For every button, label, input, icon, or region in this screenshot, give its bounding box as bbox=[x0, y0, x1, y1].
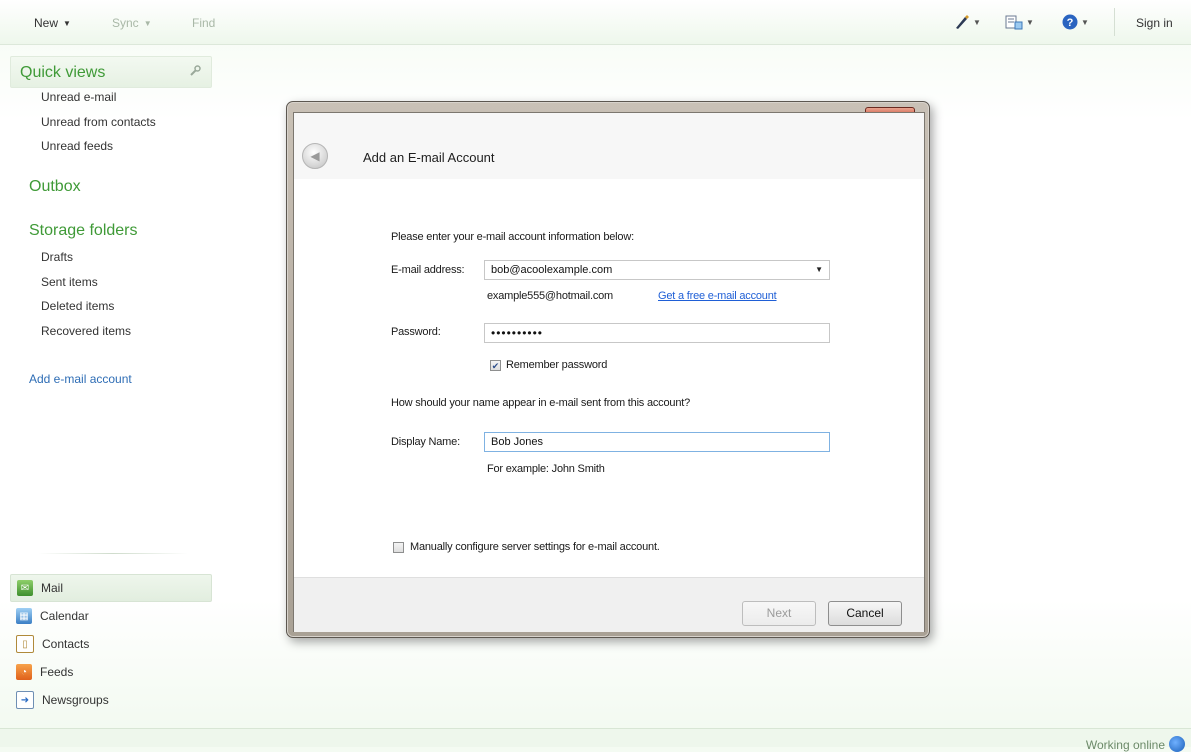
sidebar: Quick views Unread e-mail Unread from co… bbox=[8, 52, 212, 728]
nav-item-contacts[interactable]: ▯ Contacts bbox=[10, 631, 210, 657]
add-email-account-dialog: x ◀ Add an E-mail Account Please enter y… bbox=[286, 101, 930, 638]
layout-menu-button[interactable]: ▼ bbox=[1005, 13, 1034, 31]
mail-icon: ✉ bbox=[17, 580, 33, 596]
find-button[interactable]: Find bbox=[192, 16, 215, 30]
dialog-title: Add an E-mail Account bbox=[363, 150, 495, 165]
new-button[interactable]: New ▼ bbox=[34, 16, 71, 30]
intro-text: Please enter your e-mail account informa… bbox=[391, 231, 634, 243]
sidebar-item-unread-feeds[interactable]: Unread feeds bbox=[41, 139, 113, 153]
help-menu-button[interactable]: ? ▼ bbox=[1062, 13, 1089, 31]
back-arrow-icon: ◀ bbox=[310, 149, 320, 163]
nav-item-mail[interactable]: ✉ Mail bbox=[10, 574, 212, 602]
remember-password-label[interactable]: Remember password bbox=[506, 359, 607, 371]
sync-button[interactable]: Sync ▼ bbox=[112, 16, 152, 30]
sidebar-item-unread-email[interactable]: Unread e-mail bbox=[41, 90, 116, 104]
contacts-icon: ▯ bbox=[16, 635, 34, 653]
sync-label: Sync bbox=[112, 16, 139, 30]
chevron-down-icon: ▼ bbox=[973, 17, 981, 27]
name-question-text: How should your name appear in e-mail se… bbox=[391, 397, 691, 409]
manual-config-label[interactable]: Manually configure server settings for e… bbox=[410, 541, 660, 553]
manual-config-checkbox[interactable] bbox=[393, 542, 404, 553]
sidebar-item-unread-from-contacts[interactable]: Unread from contacts bbox=[41, 115, 156, 129]
sidebar-item-drafts[interactable]: Drafts bbox=[41, 250, 73, 264]
calendar-icon: ▦ bbox=[16, 608, 32, 624]
nav-item-newsgroups[interactable]: ➜ Newsgroups bbox=[10, 687, 210, 713]
nav-label-contacts: Contacts bbox=[42, 637, 90, 651]
toolbar-divider bbox=[1114, 8, 1115, 36]
nav-label-newsgroups: Newsgroups bbox=[42, 693, 109, 707]
pen-menu-button[interactable]: ▼ bbox=[954, 13, 981, 31]
quick-views-header[interactable]: Quick views bbox=[10, 56, 212, 88]
email-address-label: E-mail address: bbox=[391, 264, 465, 276]
storage-folders-title[interactable]: Storage folders bbox=[29, 222, 138, 240]
sidebar-outbox[interactable]: Outbox bbox=[29, 178, 81, 196]
dialog-content: Please enter your e-mail account informa… bbox=[294, 179, 924, 577]
next-button[interactable]: Next bbox=[742, 601, 816, 626]
nav-label-calendar: Calendar bbox=[40, 609, 89, 623]
quick-views-title: Quick views bbox=[20, 64, 106, 81]
new-label: New bbox=[34, 16, 59, 30]
back-button[interactable]: ◀ bbox=[302, 143, 328, 169]
chevron-down-icon: ▼ bbox=[1026, 17, 1034, 27]
email-address-value: bob@acoolexample.com bbox=[491, 264, 613, 276]
nav-label-mail: Mail bbox=[41, 581, 64, 595]
dropdown-arrow-icon[interactable]: ▼ bbox=[815, 261, 823, 279]
chevron-down-icon: ▼ bbox=[1081, 17, 1089, 27]
nav-item-feeds[interactable]: ◔ Feeds bbox=[10, 659, 210, 685]
display-name-label: Display Name: bbox=[391, 436, 460, 448]
wrench-icon[interactable] bbox=[189, 65, 201, 77]
sidebar-divider bbox=[38, 553, 188, 554]
svg-text:?: ? bbox=[1067, 17, 1074, 29]
pen-icon bbox=[956, 15, 969, 29]
dialog-header: ◀ Add an E-mail Account bbox=[294, 113, 924, 179]
email-example-text: example555@hotmail.com bbox=[487, 290, 613, 302]
remember-password-checkbox[interactable]: ✔ bbox=[490, 360, 501, 371]
nav-label-feeds: Feeds bbox=[40, 665, 74, 679]
checkmark-icon: ✔ bbox=[491, 361, 500, 371]
get-free-email-account-link[interactable]: Get a free e-mail account bbox=[658, 290, 777, 302]
sign-in-button[interactable]: Sign in bbox=[1136, 16, 1173, 30]
globe-icon bbox=[1169, 736, 1185, 752]
display-name-field[interactable]: Bob Jones bbox=[484, 432, 830, 452]
chevron-down-icon: ▼ bbox=[143, 19, 152, 28]
feeds-icon: ◔ bbox=[16, 664, 32, 680]
newsgroups-icon: ➜ bbox=[16, 691, 34, 709]
email-address-combobox[interactable]: bob@acoolexample.com ▼ bbox=[484, 260, 830, 280]
toolbar: New ▼ Sync ▼ Find ▼ ▼ ? ▼ Sign in bbox=[0, 0, 1191, 45]
status-text: Working online bbox=[1085, 738, 1165, 752]
sidebar-item-deleted-items[interactable]: Deleted items bbox=[41, 299, 114, 313]
status-bar: Working online bbox=[0, 728, 1191, 752]
dialog-footer: Next Cancel bbox=[294, 577, 924, 632]
dialog-client-area: ◀ Add an E-mail Account Please enter you… bbox=[293, 112, 925, 632]
password-field[interactable]: •••••••••• bbox=[484, 323, 830, 343]
sidebar-item-sent-items[interactable]: Sent items bbox=[41, 275, 98, 289]
cancel-button[interactable]: Cancel bbox=[828, 601, 902, 626]
add-email-account-link[interactable]: Add e-mail account bbox=[29, 372, 132, 386]
display-name-example-text: For example: John Smith bbox=[487, 463, 605, 475]
chevron-down-icon: ▼ bbox=[63, 19, 71, 28]
password-label: Password: bbox=[391, 326, 441, 338]
help-icon: ? bbox=[1062, 14, 1078, 30]
sidebar-item-recovered-items[interactable]: Recovered items bbox=[41, 324, 131, 338]
nav-item-calendar[interactable]: ▦ Calendar bbox=[10, 603, 210, 629]
layout-icon bbox=[1005, 15, 1023, 30]
